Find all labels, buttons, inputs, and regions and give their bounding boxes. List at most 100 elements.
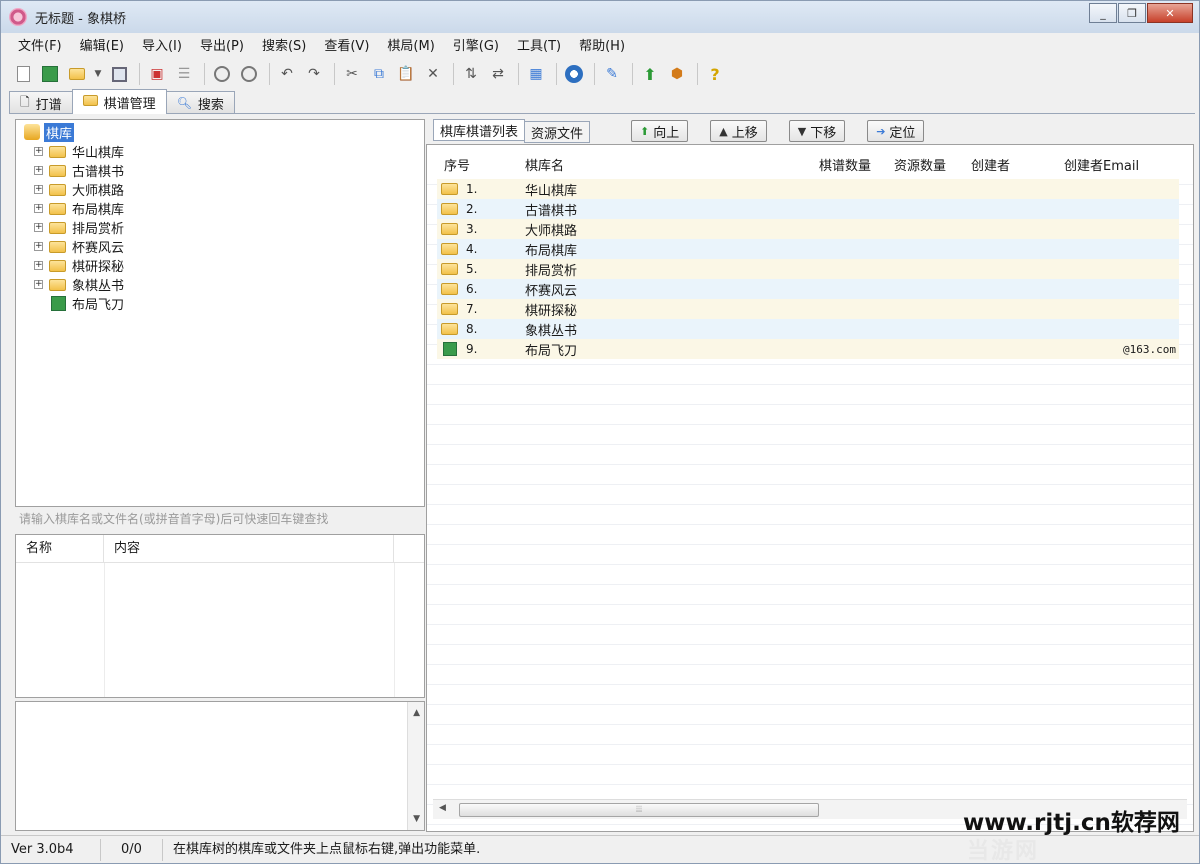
table-row[interactable]: 6. 杯赛风云 bbox=[437, 279, 1179, 299]
up-folder-icon: ⬆ bbox=[640, 124, 650, 138]
table-row[interactable]: 9. 布局飞刀 @163.com bbox=[437, 339, 1179, 359]
menu-import[interactable]: 导入(I) bbox=[133, 36, 191, 58]
database-icon[interactable]: ☰ bbox=[172, 62, 196, 86]
list-body: 1. 华山棋库 2. 古谱棋书 3. 大师棋路 4. 布局棋库 5. 排局赏析 … bbox=[437, 179, 1179, 359]
title-bar[interactable]: 无标题 - 象棋桥 _ ❐ ✕ bbox=[1, 1, 1199, 33]
tree-item[interactable]: 布局飞刀 bbox=[22, 294, 418, 313]
tree-item[interactable]: + 排局赏析 bbox=[22, 218, 418, 237]
tree-item-label: 古谱棋书 bbox=[72, 165, 125, 180]
col-creator[interactable]: 创建者 bbox=[971, 155, 1010, 174]
col-game-count[interactable]: 棋谱数量 bbox=[819, 155, 871, 174]
minimize-button[interactable]: _ bbox=[1089, 3, 1117, 23]
expand-icon[interactable]: + bbox=[34, 261, 43, 270]
back-circle-icon[interactable] bbox=[210, 62, 234, 86]
menu-file[interactable]: 文件(F) bbox=[9, 36, 71, 58]
expand-icon[interactable]: + bbox=[34, 147, 43, 156]
table-row[interactable]: 1. 华山棋库 bbox=[437, 179, 1179, 199]
col-name[interactable]: 名称 bbox=[16, 534, 104, 563]
tab-search[interactable]: 🔍︎ 搜索 bbox=[165, 91, 235, 114]
menu-engine[interactable]: 引擎(G) bbox=[444, 36, 508, 58]
save-icon[interactable] bbox=[107, 62, 131, 86]
delete-icon[interactable]: ✕ bbox=[421, 62, 445, 86]
undo-icon[interactable]: ↶ bbox=[275, 62, 299, 86]
open-folder-icon[interactable] bbox=[65, 62, 89, 86]
tab-play[interactable]: 🗋 打谱 bbox=[9, 91, 73, 114]
tab-play-label: 打谱 bbox=[35, 97, 62, 113]
book-icon bbox=[443, 342, 457, 356]
dropdown-arrow-icon[interactable]: ▼ bbox=[92, 62, 104, 86]
menu-tools[interactable]: 工具(T) bbox=[508, 36, 570, 58]
expand-icon[interactable]: + bbox=[34, 223, 43, 232]
notes-area[interactable]: ▲ ▼ bbox=[15, 701, 425, 831]
tag-icon[interactable]: ✎ bbox=[600, 62, 624, 86]
tree-item[interactable]: + 古谱棋书 bbox=[22, 161, 418, 180]
library-tree[interactable]: 棋库 + 华山棋库 + 古谱棋书 + 大师棋路 + 布局棋库 + 排局赏析 + bbox=[15, 119, 425, 507]
notes-scrollbar[interactable]: ▲ ▼ bbox=[407, 702, 424, 830]
search-hint[interactable]: 请输入棋库名或文件名(或拼音首字母)后可快速回车键查找 bbox=[19, 510, 423, 528]
expand-icon[interactable]: + bbox=[34, 242, 43, 251]
menu-export[interactable]: 导出(P) bbox=[191, 36, 253, 58]
table-row[interactable]: 4. 布局棋库 bbox=[437, 239, 1179, 259]
row-name: 排局赏析 bbox=[525, 263, 578, 279]
col-creator-email[interactable]: 创建者Email bbox=[1064, 155, 1139, 174]
tree-item[interactable]: + 布局棋库 bbox=[22, 199, 418, 218]
redo-icon[interactable]: ↷ bbox=[302, 62, 326, 86]
cut-icon[interactable]: ✂ bbox=[340, 62, 364, 86]
table-row[interactable]: 5. 排局赏析 bbox=[437, 259, 1179, 279]
row-name: 杯赛风云 bbox=[525, 283, 578, 299]
toolbar-separator bbox=[697, 63, 698, 85]
maximize-button[interactable]: ❐ bbox=[1118, 3, 1146, 23]
tree-item[interactable]: + 棋研探秘 bbox=[22, 256, 418, 275]
new-file-icon[interactable] bbox=[11, 62, 35, 86]
network-icon[interactable]: ⬢ bbox=[665, 62, 689, 86]
menu-search[interactable]: 搜索(S) bbox=[253, 36, 315, 58]
tree-root[interactable]: 棋库 bbox=[24, 122, 418, 142]
tab-resources[interactable]: 资源文件 bbox=[524, 121, 591, 143]
move-down-button[interactable]: ▼ 下移 bbox=[788, 120, 846, 142]
table-row[interactable]: 3. 大师棋路 bbox=[437, 219, 1179, 239]
tab-library-list[interactable]: 棋库棋谱列表 bbox=[433, 119, 526, 141]
engine-icon[interactable] bbox=[562, 62, 586, 86]
close-button[interactable]: ✕ bbox=[1147, 3, 1193, 23]
table-row[interactable]: 2. 古谱棋书 bbox=[437, 199, 1179, 219]
new-board-icon[interactable] bbox=[38, 62, 62, 86]
col-index[interactable]: 序号 bbox=[444, 155, 470, 174]
col-content[interactable]: 内容 bbox=[104, 534, 394, 563]
move-up-button[interactable]: ▲ 上移 bbox=[710, 120, 767, 142]
upload-icon[interactable]: ⬆ bbox=[638, 62, 662, 86]
col-library-name[interactable]: 棋库名 bbox=[525, 155, 564, 174]
table-row[interactable]: 7. 棋研探秘 bbox=[437, 299, 1179, 319]
menu-game[interactable]: 棋局(M) bbox=[378, 36, 443, 58]
expand-icon[interactable]: + bbox=[34, 280, 43, 289]
library-list[interactable]: 序号 棋库名 棋谱数量 资源数量 创建者 创建者Email 1. 华山棋库 2.… bbox=[426, 144, 1194, 832]
tab-manage[interactable]: 棋谱管理 bbox=[71, 89, 167, 114]
help-icon[interactable]: ? bbox=[703, 62, 727, 86]
tree-item[interactable]: + 华山棋库 bbox=[22, 142, 418, 161]
tree-item[interactable]: + 杯赛风云 bbox=[22, 237, 418, 256]
swap-icon[interactable]: ⇄ bbox=[486, 62, 510, 86]
tree-item-label: 象棋丛书 bbox=[72, 279, 125, 294]
forward-circle-icon[interactable] bbox=[237, 62, 261, 86]
locate-button[interactable]: ➔ 定位 bbox=[867, 120, 925, 142]
scroll-thumb[interactable]: ⦙⦙⦙ bbox=[459, 803, 819, 817]
table-row[interactable]: 8. 象棋丛书 bbox=[437, 319, 1179, 339]
scroll-up-icon[interactable]: ▲ bbox=[413, 708, 420, 718]
scroll-left-icon[interactable]: ◀ bbox=[439, 803, 446, 813]
edit-board-icon[interactable]: ▣ bbox=[145, 62, 169, 86]
scroll-down-icon[interactable]: ▼ bbox=[413, 814, 420, 824]
tree-item-label: 华山棋库 bbox=[72, 146, 125, 161]
expand-icon[interactable]: + bbox=[34, 204, 43, 213]
expand-icon[interactable]: + bbox=[34, 185, 43, 194]
menu-help[interactable]: 帮助(H) bbox=[570, 36, 634, 58]
board-view-icon[interactable]: ▦ bbox=[524, 62, 548, 86]
tree-item[interactable]: + 大师棋路 bbox=[22, 180, 418, 199]
col-resource-count[interactable]: 资源数量 bbox=[894, 155, 946, 174]
menu-view[interactable]: 查看(V) bbox=[315, 36, 378, 58]
paste-icon[interactable]: 📋 bbox=[394, 62, 418, 86]
sort-icon[interactable]: ⇅ bbox=[459, 62, 483, 86]
up-level-button[interactable]: ⬆ 向上 bbox=[631, 120, 689, 142]
copy-icon[interactable]: ⧉ bbox=[367, 62, 391, 86]
menu-edit[interactable]: 编辑(E) bbox=[71, 36, 133, 58]
expand-icon[interactable]: + bbox=[34, 166, 43, 175]
tree-item[interactable]: + 象棋丛书 bbox=[22, 275, 418, 294]
